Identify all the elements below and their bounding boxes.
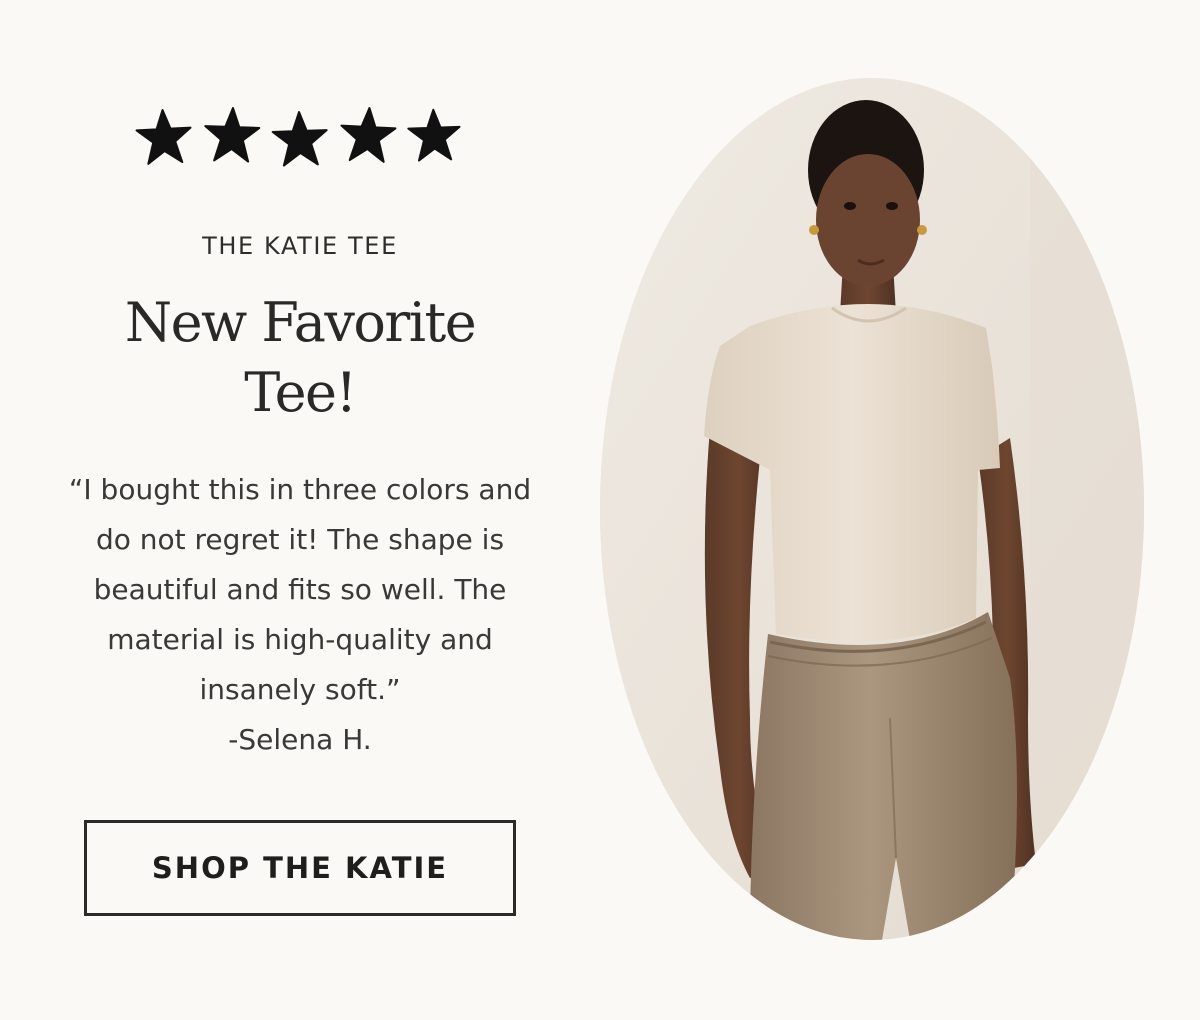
model-illustration: [600, 78, 1144, 940]
headline: New Favorite Tee!: [60, 288, 540, 428]
review-quote: “I bought this in three colors and do no…: [68, 473, 532, 706]
review-panel: THE KATIE TEE New Favorite Tee! “I bough…: [0, 0, 600, 1020]
star-icon: [135, 109, 192, 165]
star-rating-graphic: [135, 107, 461, 167]
star-icon: [271, 111, 328, 167]
reviewer-name: -Selena H.: [228, 723, 372, 756]
headline-line-2: Tee!: [244, 361, 357, 424]
star-icon: [407, 108, 461, 162]
review-quote-block: “I bought this in three colors and do no…: [50, 465, 550, 765]
headline-line-1: New Favorite: [124, 291, 477, 354]
product-eyebrow: THE KATIE TEE: [202, 232, 398, 260]
star-icon: [340, 107, 397, 163]
star-icon: [204, 107, 261, 163]
star-rating: [130, 100, 470, 172]
shop-button[interactable]: SHOP THE KATIE: [84, 820, 516, 916]
product-photo: [600, 78, 1144, 940]
